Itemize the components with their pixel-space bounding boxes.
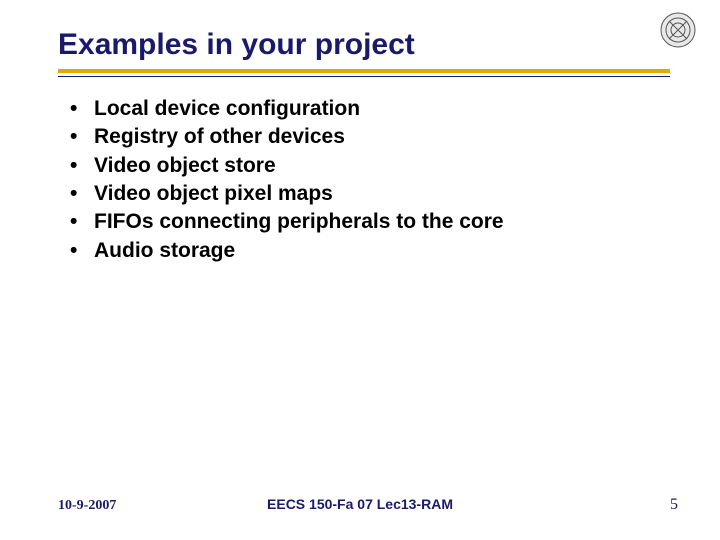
seal-icon: [660, 12, 696, 48]
list-item: Video object pixel maps: [70, 180, 670, 208]
slide-title: Examples in your project: [58, 28, 670, 61]
footer: 10-9-2007 EECS 150-Fa 07 Lec13-RAM 5: [0, 496, 720, 514]
bullet-text: Local device configuration: [94, 97, 360, 120]
list-item: Local device configuration: [70, 95, 670, 123]
list-item: FIFOs connecting peripherals to the core: [70, 208, 670, 236]
slide: Examples in your project Local device co…: [0, 0, 720, 540]
bullet-list: Local device configuration Registry of o…: [58, 95, 670, 265]
rule-thick: [58, 69, 670, 73]
footer-course: EECS 150-Fa 07 Lec13-RAM: [267, 496, 453, 512]
bullet-text: Video object store: [94, 154, 276, 177]
title-underline: [58, 69, 670, 77]
bullet-text: Registry of other devices: [94, 125, 345, 148]
bullet-text: FIFOs connecting peripherals to the core: [94, 210, 504, 233]
footer-date: 10-9-2007: [58, 498, 116, 514]
list-item: Registry of other devices: [70, 123, 670, 151]
list-item: Audio storage: [70, 237, 670, 265]
list-item: Video object store: [70, 152, 670, 180]
bullet-text: Audio storage: [94, 239, 235, 262]
footer-page: 5: [670, 496, 678, 514]
rule-thin: [58, 76, 670, 77]
bullet-text: Video object pixel maps: [94, 182, 333, 205]
